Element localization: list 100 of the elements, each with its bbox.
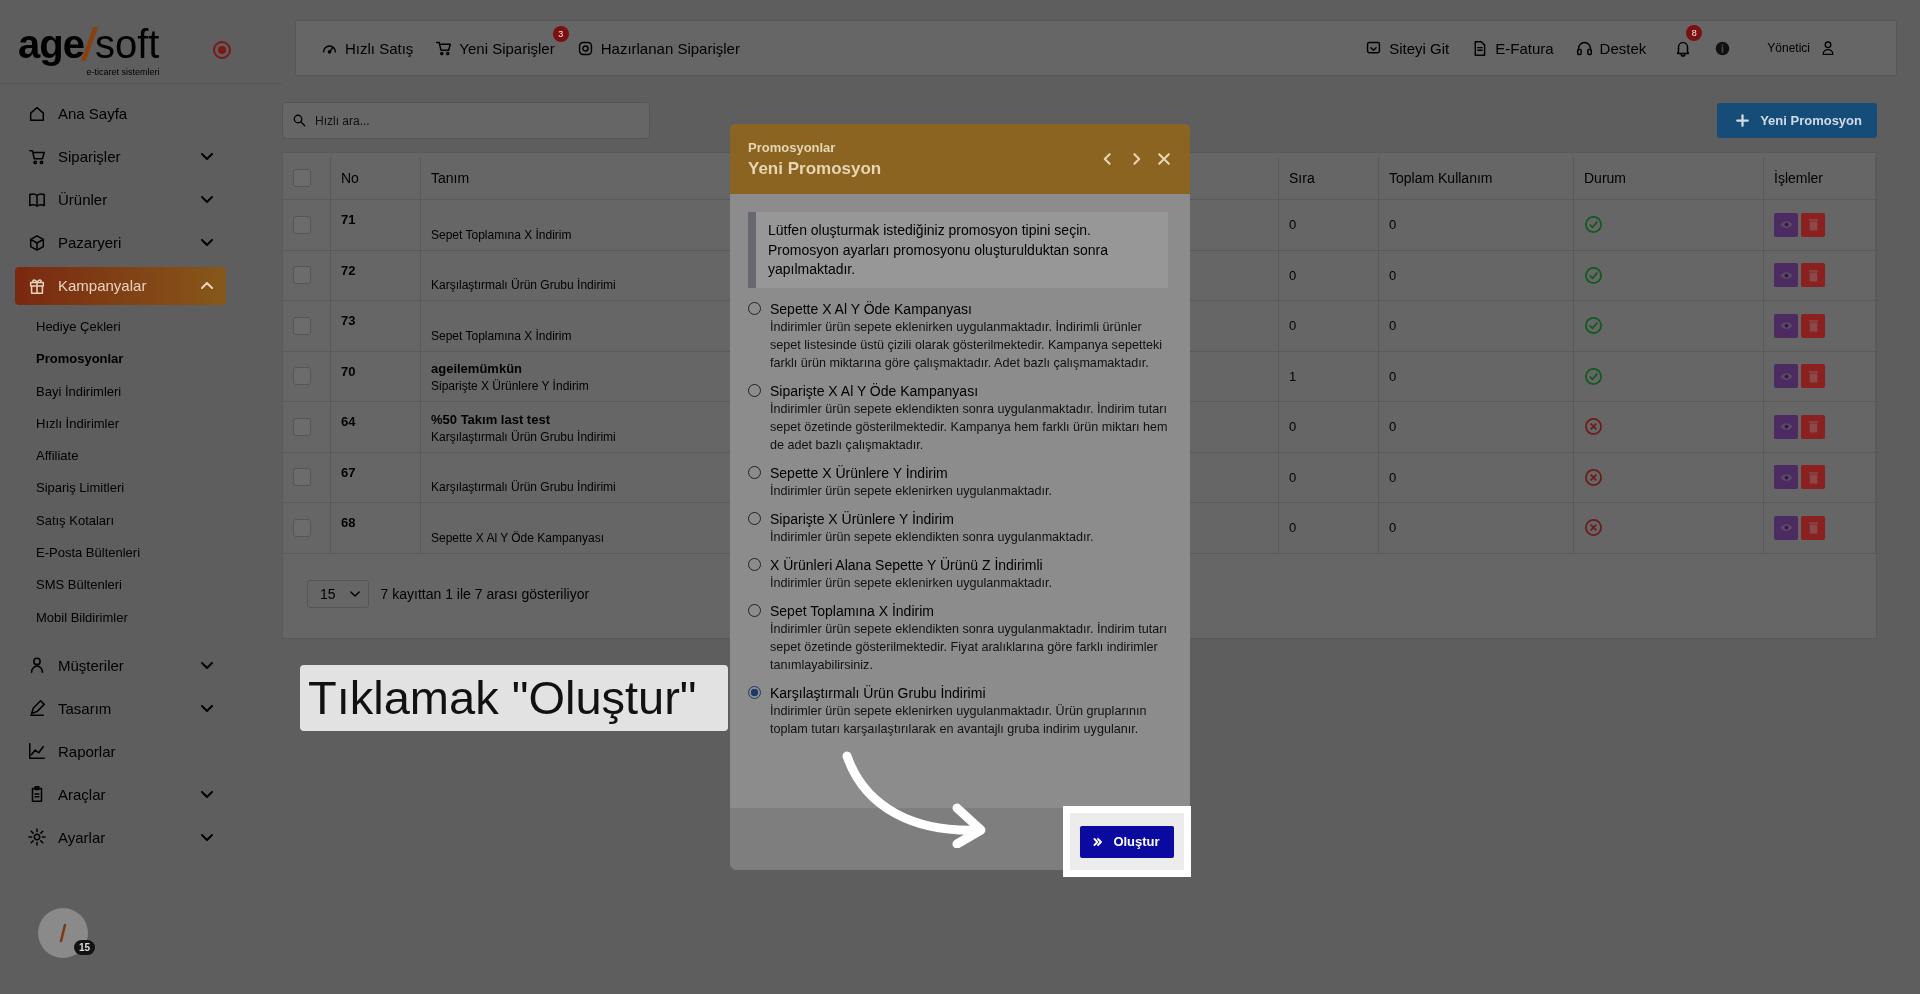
submenu-item[interactable]: Hediye Çekleri <box>36 311 282 344</box>
column-header: İşlemler <box>1774 170 1823 186</box>
headset-icon <box>1575 39 1593 57</box>
dialog-title: Yeni Promosyon <box>748 158 882 179</box>
topbar-link[interactable]: Siteyi Git <box>1365 39 1450 57</box>
view-button[interactable] <box>1774 465 1798 490</box>
column-header: Toplam Kullanım <box>1389 170 1493 186</box>
column-header: No <box>341 170 359 186</box>
search-field[interactable]: Hızlı ara... <box>282 102 650 139</box>
delete-button[interactable] <box>1801 515 1825 540</box>
table-cell: 0 <box>1389 469 1397 485</box>
option-description: İndirimler ürün sepete eklenirken uygulanmaktadır. İndirimli ürünler sepet listesinde üstü çizili olarak gösterilmektedir. Kampanya sepetteki farklı ürün miktarına göre çalışmaktadır. Adet bazlı çalışmamaktadır. <box>770 318 1163 372</box>
close-button[interactable] <box>1156 151 1172 167</box>
menu-item[interactable]: Ürünler <box>15 180 226 219</box>
submenu-item[interactable]: Promosyonlar <box>36 343 282 376</box>
breadcrumb: Promosyonlar <box>748 139 837 155</box>
submenu-item[interactable]: Satış Kotaları <box>36 504 282 538</box>
table-cell: 67 <box>341 464 356 480</box>
table-cell: 0 <box>1389 520 1397 536</box>
view-button[interactable] <box>1774 313 1798 338</box>
promotion-type: Karşılaştırmalı Ürün Grubu İndirimi <box>431 278 616 292</box>
camera-icon <box>576 39 594 57</box>
chevron-down-icon <box>349 590 360 597</box>
option-description: İndirimler ürün sepete eklendikten sonra uygulanmaktadır. İndirim tutarı sepet özetinde gösterilmektedir. Fiyat aralıklarına göre farklı indirimler tanımlayabilirsiniz. <box>770 620 1168 674</box>
new-promotion-button[interactable]: Yeni Promosyon <box>1717 103 1877 138</box>
table-cell: 70 <box>341 363 356 379</box>
topbar-link[interactable]: Hazırlanan Siparişler <box>576 39 740 57</box>
avatar[interactable] <box>38 908 88 958</box>
info-icon[interactable] <box>1714 39 1732 57</box>
topbar-link[interactable]: Yeni Siparişler <box>435 39 555 57</box>
table-cell: 0 <box>1389 368 1397 384</box>
table-cell: 64 <box>341 414 356 429</box>
delete-button[interactable] <box>1801 263 1825 288</box>
topbar-link[interactable]: Hızlı Satış <box>321 39 414 57</box>
delete-button[interactable] <box>1801 313 1825 338</box>
menu-item[interactable]: Ayarlar <box>15 818 226 857</box>
promotion-type: Sepette X Al Y Öde Kampanyası <box>431 530 604 545</box>
view-button[interactable] <box>1774 515 1798 540</box>
menu-item[interactable]: Tasarım <box>15 689 226 728</box>
book-icon <box>28 190 46 209</box>
column-header: Tanım <box>431 170 470 186</box>
chart-icon <box>28 742 46 761</box>
topbar-link[interactable]: E-Fatura <box>1471 39 1554 57</box>
promotion-type: Karşılaştırmalı Ürün Grubu İndirimi <box>431 429 616 444</box>
view-button[interactable] <box>1774 364 1798 389</box>
create-button[interactable]: Oluştur <box>1080 825 1174 858</box>
menu-item[interactable]: Araçlar <box>15 775 226 814</box>
delete-button[interactable] <box>1801 414 1825 439</box>
option-description: İndirimler ürün sepete eklenirken uygulanmaktadır. Ürün gruplarının toplam tutarı karşaılaştırılarak en avantajlı gruba indirim uygulanır. <box>770 702 1148 738</box>
info-note: Lütfen oluşturmak istediğiniz promosyon tipini seçin. Promosyon ayarları promosyonu oluşturulduktan sonra yapılmaktadır. <box>748 212 1168 288</box>
delete-button[interactable] <box>1801 364 1825 389</box>
menu-item[interactable]: Pazaryeri <box>15 223 226 262</box>
count-badge: 8 <box>1686 25 1703 41</box>
table-cell: 0 <box>1389 267 1397 283</box>
topbar-link[interactable]: Destek <box>1575 39 1647 57</box>
view-button[interactable] <box>1774 263 1798 288</box>
submenu-item[interactable]: E-Posta Bültenleri <box>36 537 282 570</box>
pencil-icon <box>28 699 46 718</box>
gift-icon <box>28 276 46 295</box>
view-button[interactable] <box>1774 414 1798 439</box>
submenu-item[interactable]: Sipariş Limitleri <box>36 472 282 505</box>
cube-icon <box>28 233 46 252</box>
logo[interactable]: age soft e-ticaret sistemleri <box>18 22 160 77</box>
submenu-item[interactable]: Bayi İndirimleri <box>36 375 282 408</box>
promotion-name: %50 Takım last test <box>431 411 550 427</box>
delete-button[interactable] <box>1801 212 1825 237</box>
option-title: Sepet Toplamına X İndirim <box>770 601 935 620</box>
target-icon[interactable] <box>212 39 232 60</box>
slash-icon <box>58 922 68 944</box>
submenu-item[interactable]: Mobil Bildirimler <box>36 601 282 634</box>
table-cell: 0 <box>1289 469 1297 485</box>
tutorial-tooltip: Tıklamak "Oluştur" <box>300 665 728 731</box>
table-cell: 0 <box>1389 318 1397 334</box>
menu-item[interactable]: Ana Sayfa <box>15 94 226 133</box>
table-cell: 0 <box>1289 217 1297 233</box>
menu-item[interactable]: Kampanyalar <box>15 266 226 305</box>
option-description: İndirimler ürün sepete eklenirken uygulanmaktadır. <box>770 482 1053 500</box>
plus-icon <box>1735 113 1751 128</box>
submenu-item[interactable]: SMS Bültenleri <box>36 569 282 602</box>
page-size-select[interactable]: 15 <box>307 579 369 608</box>
delete-button[interactable] <box>1801 465 1825 490</box>
person-icon <box>28 656 46 675</box>
user-icon <box>1820 40 1836 56</box>
count-badge: 3 <box>552 25 569 42</box>
table-cell: 0 <box>1389 419 1397 435</box>
promotion-name: ageilemümkün <box>431 361 523 376</box>
view-button[interactable] <box>1774 212 1798 237</box>
user-name[interactable]: Yönetici <box>1767 41 1810 55</box>
pagination-info: 7 kayıttan 1 ile 7 arası gösteriliyor <box>380 585 590 602</box>
menu-item[interactable]: Raporlar <box>15 732 226 771</box>
option-title: Karşılaştırmalı Ürün Grubu İndirimi <box>770 683 987 702</box>
table-cell: 0 <box>1289 419 1297 435</box>
radio-button[interactable] <box>748 685 761 699</box>
menu-item[interactable]: Siparişler <box>15 137 226 176</box>
menu-item[interactable]: Müşteriler <box>15 646 226 685</box>
table-cell: 0 <box>1289 267 1297 283</box>
submenu-item[interactable]: Hızlı İndirimler <box>36 407 282 441</box>
promotion-type: Sepet Toplamına X İndirim <box>431 328 572 343</box>
table-cell: 68 <box>341 515 356 530</box>
submenu-item[interactable]: Affiliate <box>36 440 282 473</box>
